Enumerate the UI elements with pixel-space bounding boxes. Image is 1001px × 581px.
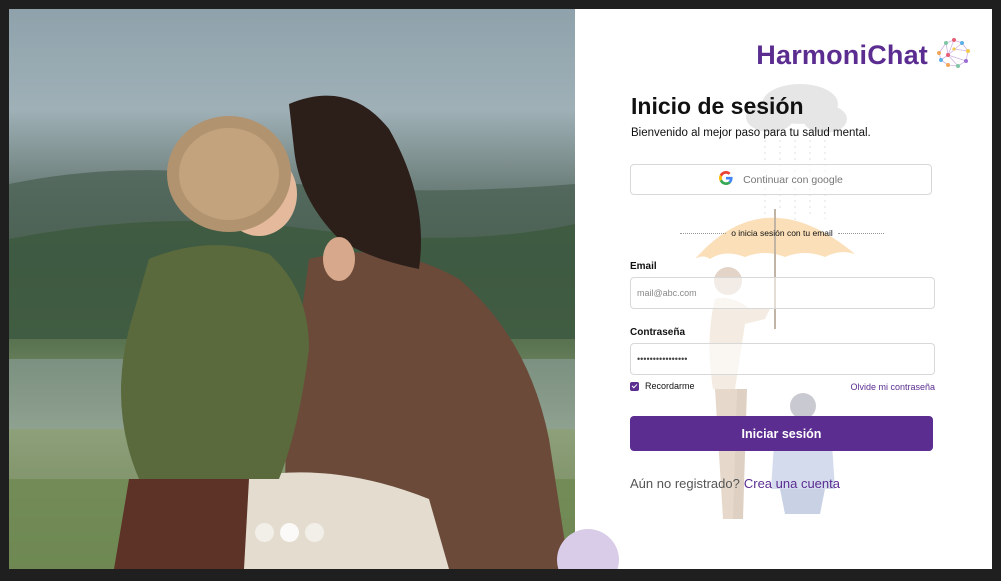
brand-logo: HarmoniChat <box>756 35 972 76</box>
app-window: HarmoniChat Inicio de sesión Bienvenido … <box>9 9 992 569</box>
email-label: Email <box>630 261 657 272</box>
carousel-dot[interactable] <box>305 523 324 542</box>
login-button[interactable]: Iniciar sesión <box>630 416 933 451</box>
carousel-dot-active[interactable] <box>280 523 299 542</box>
google-button-label: Continuar con google <box>743 173 843 186</box>
email-field[interactable] <box>630 277 935 309</box>
google-icon <box>719 171 733 188</box>
register-prompt: Aún no registrado? Crea una cuenta <box>630 476 840 491</box>
google-signin-button[interactable]: Continuar con google <box>630 164 932 195</box>
password-field[interactable] <box>630 343 935 375</box>
divider-text: o inicia sesión con tu email <box>680 228 884 238</box>
page-title: Inicio de sesión <box>631 93 804 119</box>
register-prompt-text: Aún no registrado? <box>630 476 740 491</box>
remember-label: Recordarme <box>645 381 695 391</box>
carousel-dots <box>255 523 324 542</box>
remember-me[interactable]: Recordarme <box>630 381 695 391</box>
page-subtitle: Bienvenido al mejor paso para tu salud m… <box>631 127 871 139</box>
carousel-dot[interactable] <box>255 523 274 542</box>
forgot-password-link[interactable]: Olvide mi contraseña <box>850 382 935 392</box>
hero-photo <box>9 9 575 569</box>
login-panel: HarmoniChat Inicio de sesión Bienvenido … <box>575 9 992 569</box>
create-account-link[interactable]: Crea una cuenta <box>744 476 840 491</box>
password-label: Contraseña <box>630 327 686 338</box>
brand-name: HarmoniChat <box>756 40 928 70</box>
mother-child-photo <box>9 95 575 569</box>
remember-checkbox[interactable] <box>630 381 639 391</box>
brain-network-icon <box>934 35 972 76</box>
